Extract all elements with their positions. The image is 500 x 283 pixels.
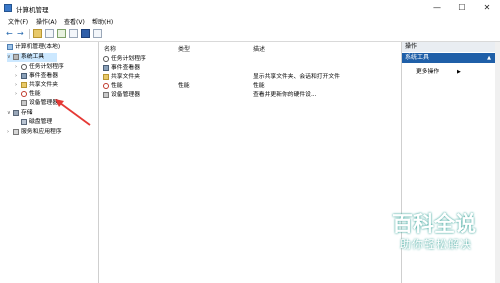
performance-icon xyxy=(103,82,109,89)
list-item[interactable]: 任务计划程序 xyxy=(101,55,401,63)
list-item[interactable]: 共享文件夹 显示共享文件夹、会话和打开文件 xyxy=(101,73,401,81)
more-actions-link[interactable]: 更多操作 ▶ xyxy=(416,66,461,75)
list-item-desc: 查看并更新你的硬件设... xyxy=(253,92,317,98)
clock-icon xyxy=(103,55,109,62)
list-item-desc: 性能 xyxy=(253,83,265,89)
list-item-desc: 显示共享文件夹、会话和打开文件 xyxy=(253,74,340,80)
actions-header: 操作 xyxy=(402,42,495,52)
device-manager-icon xyxy=(103,91,109,98)
collapse-arrow-icon[interactable]: ▲ xyxy=(487,53,491,63)
column-header-name[interactable]: 名称 xyxy=(104,44,116,53)
annotation-arrow-line xyxy=(59,102,91,126)
list-item-name: 设备管理器 xyxy=(111,92,140,98)
watermark: 百科全说 助你轻松解决 xyxy=(392,208,500,264)
list-item-name: 共享文件夹 xyxy=(111,74,140,80)
more-actions-label: 更多操作 xyxy=(416,69,440,75)
list-item[interactable]: 性能 性能 性能 xyxy=(101,82,401,90)
event-viewer-icon xyxy=(103,64,109,71)
column-header-desc[interactable]: 描述 xyxy=(253,44,265,53)
list-item[interactable]: 事件查看器 xyxy=(101,64,401,72)
content-list: 名称 类型 描述 任务计划程序 事件查看器 共享文件夹 显示共享文件夹、会话和打… xyxy=(101,42,402,283)
watermark-title: 百科全说 xyxy=(392,212,476,236)
list-item-name: 任务计划程序 xyxy=(111,56,146,62)
list-item-name: 性能 xyxy=(111,83,123,89)
actions-section-label: 系统工具 xyxy=(405,54,430,61)
list-item-type: 性能 xyxy=(178,83,190,89)
list-item[interactable]: 设备管理器 查看并更新你的硬件设... xyxy=(101,91,401,99)
actions-section-system-tools[interactable]: 系统工具 ▲ xyxy=(402,53,495,63)
chevron-right-icon: ▶ xyxy=(457,69,461,75)
shared-folder-icon xyxy=(103,73,109,80)
column-header-type[interactable]: 类型 xyxy=(178,44,190,53)
list-item-name: 事件查看器 xyxy=(111,65,140,71)
watermark-subtitle: 助你轻松解决 xyxy=(400,238,472,251)
